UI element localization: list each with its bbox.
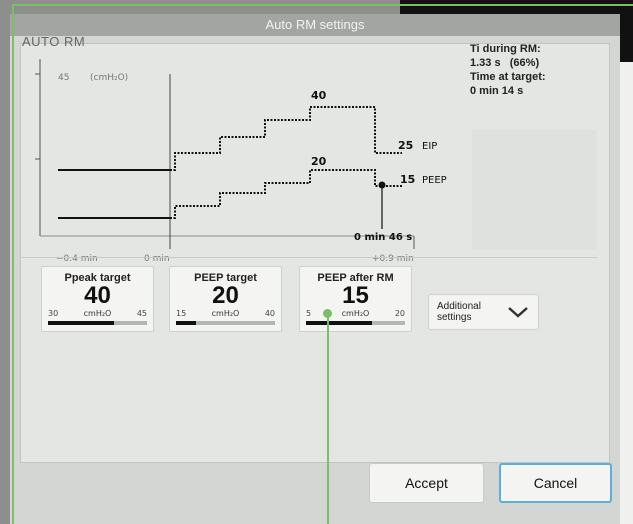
peak-target-label: 40 <box>311 89 327 102</box>
annotation-dot <box>323 309 332 318</box>
control-range-fill <box>48 321 115 325</box>
y-top-tick: 45 <box>58 73 69 83</box>
peep-after-value: 15 <box>400 173 415 186</box>
peep-after-rm-control[interactable]: PEEP after RM 15 5 cmH₂O 20 <box>299 266 412 332</box>
additional-settings-label: Additional settings <box>437 301 481 323</box>
additional-settings-line1: Additional <box>437 301 481 312</box>
annotation-line-left <box>12 4 14 524</box>
background-strip <box>618 62 633 524</box>
annotation-line-top <box>12 4 633 6</box>
control-max: 45 <box>136 309 147 318</box>
peak-pressure-plan <box>170 106 402 171</box>
chevron-down-icon <box>508 307 528 318</box>
rm-info: Ti during RM: 1.33 s (66%) Time at targe… <box>470 42 600 98</box>
additional-settings-line2: settings <box>437 312 472 323</box>
duration-label: 0 min 46 s <box>354 232 412 243</box>
ti-percent: (66%) <box>509 57 540 69</box>
peep-target-control[interactable]: PEEP target 20 15 cmH₂O 40 <box>169 266 282 332</box>
x-label-start: −0.4 min <box>56 254 98 264</box>
ti-value-row: 1.33 s (66%) <box>470 56 600 70</box>
control-value: 15 <box>342 282 369 309</box>
control-range-bar <box>306 321 405 325</box>
annotation-line-bottom <box>327 312 329 524</box>
ti-value: 1.33 s <box>470 57 501 69</box>
peep-plan <box>170 169 402 219</box>
control-range-bar <box>176 321 275 325</box>
divider <box>22 257 597 258</box>
peep-target-label: 20 <box>311 155 327 168</box>
y-unit: (cmH₂O) <box>90 73 128 83</box>
additional-settings-button[interactable]: Additional settings <box>428 294 539 330</box>
x-label-end: +0.9 min <box>372 254 414 264</box>
control-value: 20 <box>212 282 239 309</box>
ti-label: Ti during RM: <box>470 43 541 55</box>
time-at-target-label: Time at target: <box>470 71 546 83</box>
x-label-zero: 0 min <box>144 254 170 264</box>
time-at-target-value: 0 min 14 s <box>470 85 524 97</box>
eip-name: EIP <box>422 141 437 152</box>
info-panel <box>472 130 597 250</box>
control-value: 40 <box>84 282 111 309</box>
accept-button[interactable]: Accept <box>369 463 484 503</box>
cancel-button[interactable]: Cancel <box>499 463 612 503</box>
ppeak-target-control[interactable]: Ppeak target 40 30 cmH₂O 45 <box>41 266 154 332</box>
control-range-bar <box>48 321 147 325</box>
control-range-fill <box>306 321 373 325</box>
peep-name: PEEP <box>422 175 447 186</box>
pressure-graph: 45 (cmH₂O) −0.4 min 0 min +0.9 min 40 20… <box>35 59 447 264</box>
control-range-fill <box>176 321 196 325</box>
control-max: 20 <box>394 309 405 318</box>
control-max: 40 <box>264 309 275 318</box>
eip-value: 25 <box>398 139 413 152</box>
